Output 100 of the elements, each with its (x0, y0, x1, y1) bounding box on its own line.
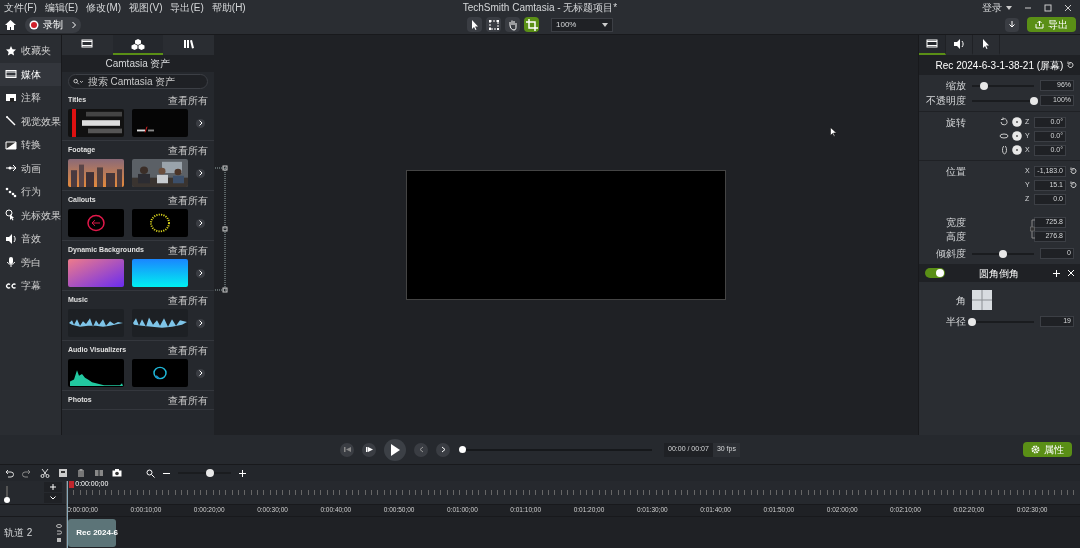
next-button[interactable] (196, 168, 205, 178)
view-all-link[interactable]: 查看所有 (168, 392, 208, 408)
nav-item[interactable]: 媒体 (0, 62, 61, 86)
split-icon[interactable] (94, 468, 104, 478)
crop-icon[interactable] (524, 17, 539, 32)
reset-icon[interactable] (1066, 61, 1074, 69)
add-track-button[interactable] (44, 482, 63, 492)
track-controls-icon[interactable] (56, 522, 63, 543)
menu-item[interactable]: 文件(F) (4, 0, 37, 15)
redo-icon[interactable] (22, 468, 32, 478)
panel-tab[interactable] (112, 35, 164, 55)
nav-item[interactable]: 音效 (0, 227, 61, 251)
next-button[interactable] (196, 268, 205, 278)
nav-item[interactable]: 收藏夹 (0, 39, 61, 63)
next-button[interactable] (436, 442, 450, 457)
selection-handles[interactable] (214, 165, 228, 293)
link-icon[interactable] (1030, 218, 1036, 240)
view-all-link[interactable]: 查看所有 (168, 342, 208, 358)
paste-icon[interactable] (76, 468, 86, 478)
panel-tab[interactable] (919, 35, 946, 55)
transform-icon[interactable] (486, 17, 501, 32)
next-button[interactable] (196, 318, 205, 328)
collapse-button[interactable] (44, 493, 63, 503)
property-label: 倾斜度 (935, 247, 966, 261)
previous-button[interactable] (414, 442, 428, 457)
nav-item[interactable]: 视觉效果 (0, 109, 61, 133)
camera-icon[interactable] (112, 468, 122, 478)
nav-item[interactable]: 光标效果 (0, 203, 61, 227)
home-icon[interactable] (4, 18, 17, 31)
property-label: 不透明度 (925, 94, 966, 108)
menu-item[interactable]: 修改(M) (86, 0, 122, 15)
dropdown-caret-icon[interactable] (1006, 5, 1012, 10)
slider-thumb[interactable] (980, 81, 989, 90)
next-button[interactable] (196, 218, 205, 228)
view-all-link[interactable]: 查看所有 (168, 192, 208, 208)
microphone-icon (5, 256, 17, 269)
maximize-icon[interactable] (1044, 3, 1052, 12)
toggle-switch[interactable] (925, 268, 945, 278)
view-all-link[interactable]: 查看所有 (168, 242, 208, 258)
property-label: 高度 (945, 229, 966, 244)
step-forward-button[interactable] (362, 442, 376, 457)
slider-thumb[interactable] (1030, 96, 1038, 105)
property-label: 位置 (945, 164, 966, 179)
view-all-link[interactable]: 查看所有 (168, 92, 208, 108)
nav-item[interactable]: 行为 (0, 180, 61, 204)
add-icon[interactable] (1053, 269, 1060, 277)
next-button[interactable] (196, 118, 205, 128)
search-icon[interactable] (146, 468, 155, 478)
slider-thumb[interactable] (999, 249, 1007, 258)
record-button[interactable]: 录制 (25, 16, 81, 33)
download-button[interactable] (1005, 17, 1019, 32)
reset-icon[interactable] (1069, 181, 1077, 189)
rotation-dial[interactable] (1012, 145, 1022, 155)
slider-thumb[interactable] (968, 317, 976, 326)
chevron-right-icon (439, 446, 447, 453)
cut-icon[interactable] (40, 468, 50, 478)
menu-item[interactable]: 帮助(H) (211, 0, 246, 15)
share-icon (1035, 20, 1044, 29)
dropdown-caret-icon (602, 22, 608, 27)
nav-item[interactable]: 字幕 (0, 274, 61, 298)
slider-thumb[interactable] (205, 469, 214, 477)
reset-icon[interactable] (1069, 167, 1077, 175)
search-field[interactable]: 搜索 Camtasia 资产 (68, 74, 208, 89)
slider-thumb[interactable] (4, 496, 10, 503)
cubes-icon (131, 37, 145, 51)
copy-icon[interactable] (58, 468, 68, 478)
playhead-thumb[interactable] (459, 445, 466, 453)
zoom-dropdown[interactable]: 100% (551, 17, 613, 32)
login-button[interactable]: 登录 (982, 0, 1002, 15)
properties-button[interactable]: 属性 (1023, 442, 1072, 457)
chevron-right-icon (198, 220, 203, 226)
play-button[interactable] (384, 438, 406, 461)
timeline-clip[interactable]: Rec 2024-6 (68, 518, 117, 547)
chevron-right-icon (198, 320, 203, 326)
menu-item[interactable]: 视图(V) (129, 0, 163, 15)
nav-item[interactable]: 旁白 (0, 250, 61, 274)
step-back-button[interactable] (340, 442, 354, 457)
chevron-right-icon (198, 170, 203, 176)
pointer-icon (980, 38, 992, 50)
callout-icon (5, 91, 17, 104)
nav-item[interactable]: 注释 (0, 86, 61, 110)
chevron-right-icon (198, 120, 203, 126)
zoom-in-icon[interactable] (239, 469, 246, 477)
playhead-marker[interactable] (69, 481, 75, 488)
playhead-line[interactable] (67, 481, 69, 548)
property-label: 旋转 (945, 115, 966, 130)
export-button[interactable]: 导出 (1027, 17, 1076, 32)
nav-item[interactable]: 动画 (0, 156, 61, 180)
rotation-dial[interactable] (1012, 131, 1022, 141)
nav-item[interactable]: 转换 (0, 133, 61, 157)
menu-item[interactable]: 导出(E) (170, 0, 204, 15)
rotation-dial[interactable] (1012, 117, 1022, 127)
menu-item[interactable]: 编辑(E) (44, 0, 79, 15)
step-forward-icon (365, 446, 373, 453)
close-icon[interactable] (1064, 3, 1072, 12)
next-button[interactable] (196, 368, 205, 378)
transition-icon (5, 138, 17, 151)
undo-icon[interactable] (4, 468, 14, 478)
view-all-link[interactable]: 查看所有 (168, 292, 208, 308)
view-all-link[interactable]: 查看所有 (168, 142, 208, 158)
